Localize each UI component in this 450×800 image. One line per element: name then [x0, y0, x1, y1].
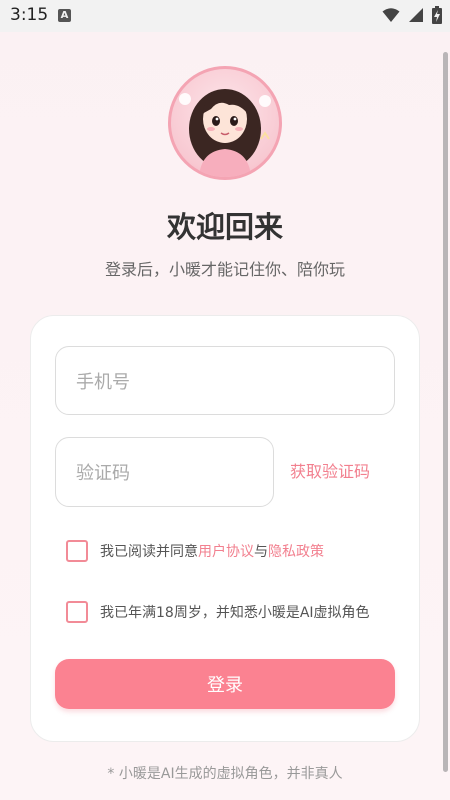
- footnote: * 小暖是AI生成的虚拟角色，并非真人: [107, 766, 343, 782]
- verification-code-input[interactable]: 验证码: [55, 437, 274, 507]
- status-time: 3:15: [10, 5, 49, 25]
- wifi-icon: [382, 8, 400, 22]
- login-button[interactable]: 登录: [55, 659, 395, 709]
- age-confirm-text: 我已年满18周岁，并知悉小暖是AI虚拟角色: [100, 605, 370, 621]
- page-title: 欢迎回来: [166, 210, 283, 244]
- agreement-text: 我已阅读并同意用户协议与隐私政策: [100, 541, 324, 561]
- login-button-label: 登录: [207, 675, 243, 696]
- phone-input[interactable]: 手机号: [55, 346, 395, 415]
- agreement-prefix: 我已阅读并同意: [100, 544, 198, 560]
- status-bar: 3:15 A: [0, 0, 450, 32]
- avatar: [168, 66, 282, 180]
- page-subtitle: 登录后，小暖才能记住你、陪你玩: [104, 260, 345, 279]
- status-icons: [382, 6, 442, 24]
- age-confirm-checkbox[interactable]: [66, 601, 88, 623]
- agreement-joiner: 与: [254, 544, 268, 560]
- battery-charging-icon: [432, 6, 442, 24]
- age-confirm-row: 我已年满18周岁，并知悉小暖是AI虚拟角色: [66, 601, 370, 623]
- user-agreement-link[interactable]: 用户协议: [198, 544, 254, 560]
- signal-icon: [409, 8, 423, 22]
- get-code-button[interactable]: 获取验证码: [290, 458, 370, 482]
- code-placeholder: 验证码: [76, 463, 130, 484]
- privacy-policy-link[interactable]: 隐私政策: [268, 544, 324, 560]
- agreement-checkbox[interactable]: [66, 540, 88, 562]
- cartoon-girl-avatar-icon: [179, 89, 271, 177]
- scrollbar[interactable]: [443, 52, 448, 772]
- notification-icon: A: [58, 9, 71, 22]
- phone-placeholder: 手机号: [76, 371, 130, 393]
- agreement-row: 我已阅读并同意用户协议与隐私政策: [66, 540, 324, 562]
